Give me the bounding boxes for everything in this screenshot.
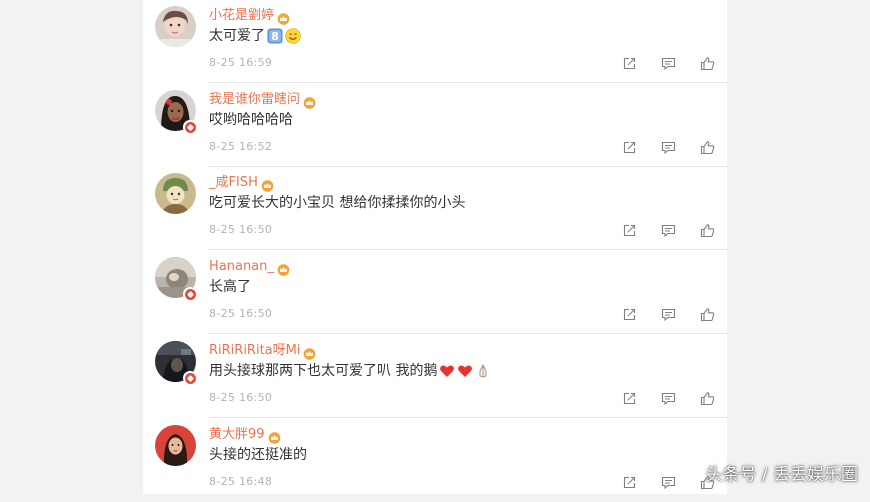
comment-time: 8-25 16:52 xyxy=(209,140,273,153)
crown-badge-icon xyxy=(303,94,316,109)
like-icon[interactable] xyxy=(700,391,715,406)
comment-text-row: 用头接球那两下也太可爱了叭 我的鹅 xyxy=(209,362,491,380)
comment-icon[interactable] xyxy=(661,223,676,238)
like-icon[interactable] xyxy=(700,56,715,71)
svg-text:8: 8 xyxy=(271,30,279,43)
smile-emoji xyxy=(285,28,301,44)
verified-badge-icon xyxy=(183,287,197,301)
comment-icon[interactable] xyxy=(661,56,676,71)
comment-actions xyxy=(622,55,715,71)
comment-text-row: 太可爱了 8 xyxy=(209,27,301,45)
crown-badge-icon xyxy=(277,10,290,25)
keycap-8-emoji: 8 xyxy=(267,28,283,44)
comment-time: 8-25 16:59 xyxy=(209,56,273,69)
comment-actions xyxy=(622,139,715,155)
comment-text-row: 吃可爱长大的小宝贝 想给你揉揉你的小头 xyxy=(209,194,465,212)
divider xyxy=(209,333,727,334)
comment-time: 8-25 16:50 xyxy=(209,307,273,320)
comment-text-row: 长高了 xyxy=(209,278,251,296)
watermark: 头条号 / 丢丢娱乐圈 xyxy=(705,465,858,485)
avatar[interactable] xyxy=(155,173,196,214)
comment-item: 黄大胖99 头接的还挺准的 8-25 16:48 xyxy=(143,419,727,502)
comment-text: 吃可爱长大的小宝贝 想给你揉揉你的小头 xyxy=(209,195,466,211)
red-heart-emoji xyxy=(457,363,473,379)
repost-icon[interactable] xyxy=(622,223,637,238)
divider xyxy=(209,249,727,250)
comment-item: RiRiRiRita呀Mi 用头接球那两下也太可爱了叭 我的鹅 8-25 16:… xyxy=(143,335,727,418)
crown-badge-icon xyxy=(261,177,274,192)
username[interactable]: RiRiRiRita呀Mi xyxy=(209,342,300,359)
comment-item: 我是谁你雷瞎问 哎哟哈哈哈哈 8-25 16:52 xyxy=(143,84,727,167)
comment-time: 8-25 16:48 xyxy=(209,475,273,488)
repost-icon[interactable] xyxy=(622,56,637,71)
crown-badge-icon xyxy=(277,261,290,276)
comment-time: 8-25 16:50 xyxy=(209,391,273,404)
username[interactable]: Hananan_ xyxy=(209,258,274,275)
comment-time: 8-25 16:50 xyxy=(209,223,273,236)
comment-actions xyxy=(622,222,715,238)
username[interactable]: 我是谁你雷瞎问 xyxy=(209,91,300,108)
pray-emoji xyxy=(475,363,491,379)
username[interactable]: 黄大胖99 xyxy=(209,426,265,443)
comment-icon[interactable] xyxy=(661,475,676,490)
comment-icon[interactable] xyxy=(661,140,676,155)
username[interactable]: 小花是劉婷 xyxy=(209,7,274,24)
comment-text: 长高了 xyxy=(209,279,251,295)
red-heart-emoji xyxy=(439,363,455,379)
comment-icon[interactable] xyxy=(661,307,676,322)
comment-actions xyxy=(622,474,715,490)
comment-icon[interactable] xyxy=(661,391,676,406)
comment-actions xyxy=(622,306,715,322)
comment-item: 小花是劉婷 太可爱了 8 8-25 16:59 xyxy=(143,0,727,83)
comment-text: 哎哟哈哈哈哈 xyxy=(209,112,293,128)
comment-text: 太可爱了 xyxy=(209,28,265,44)
crown-badge-icon xyxy=(268,429,281,444)
username[interactable]: _咸FISH xyxy=(209,174,258,191)
repost-icon[interactable] xyxy=(622,307,637,322)
like-icon[interactable] xyxy=(700,223,715,238)
comment-text-row: 哎哟哈哈哈哈 xyxy=(209,111,293,129)
avatar[interactable] xyxy=(155,425,196,466)
comment-text: 头接的还挺准的 xyxy=(209,447,307,463)
repost-icon[interactable] xyxy=(622,391,637,406)
divider xyxy=(209,82,727,83)
comment-actions xyxy=(622,390,715,406)
comment-item: _咸FISH 吃可爱长大的小宝贝 想给你揉揉你的小头 8-25 16:50 xyxy=(143,167,727,250)
repost-icon[interactable] xyxy=(622,140,637,155)
verified-badge-icon xyxy=(183,120,197,134)
comment-text: 用头接球那两下也太可爱了叭 我的鹅 xyxy=(209,363,438,379)
crown-badge-icon xyxy=(303,345,316,360)
verified-badge-icon xyxy=(183,371,197,385)
repost-icon[interactable] xyxy=(622,475,637,490)
like-icon[interactable] xyxy=(700,307,715,322)
divider xyxy=(209,417,727,418)
avatar[interactable] xyxy=(155,6,196,47)
like-icon[interactable] xyxy=(700,140,715,155)
comment-item: Hananan_ 长高了 8-25 16:50 xyxy=(143,251,727,334)
comment-text-row: 头接的还挺准的 xyxy=(209,446,307,464)
comment-list: 小花是劉婷 太可爱了 8 8-25 16:59 我是谁你雷瞎问 哎哟哈哈哈哈 8… xyxy=(143,0,727,494)
